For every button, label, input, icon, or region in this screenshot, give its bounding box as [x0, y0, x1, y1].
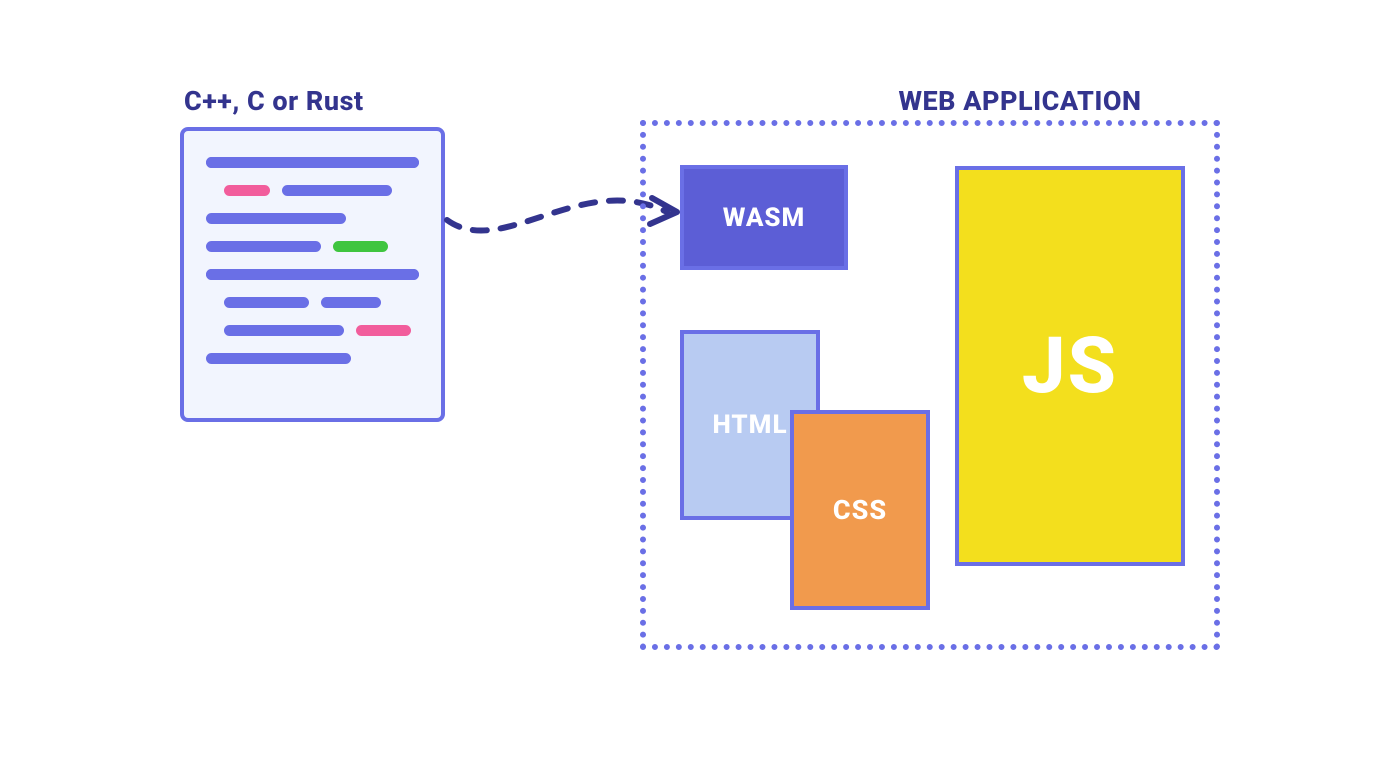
code-line	[206, 353, 419, 364]
code-line	[206, 325, 419, 336]
code-line	[206, 185, 419, 196]
code-line	[206, 297, 419, 308]
css-block: CSS	[790, 410, 930, 610]
code-line	[206, 157, 419, 168]
js-block: JS	[955, 166, 1185, 566]
wasm-block: WASM	[680, 165, 848, 270]
code-line	[206, 269, 419, 280]
web-application-heading: WEB APPLICATION	[780, 85, 1260, 117]
source-code-document	[180, 127, 445, 422]
source-languages-heading: C++, C or Rust	[184, 85, 364, 117]
code-line	[206, 241, 419, 252]
code-line	[206, 213, 419, 224]
